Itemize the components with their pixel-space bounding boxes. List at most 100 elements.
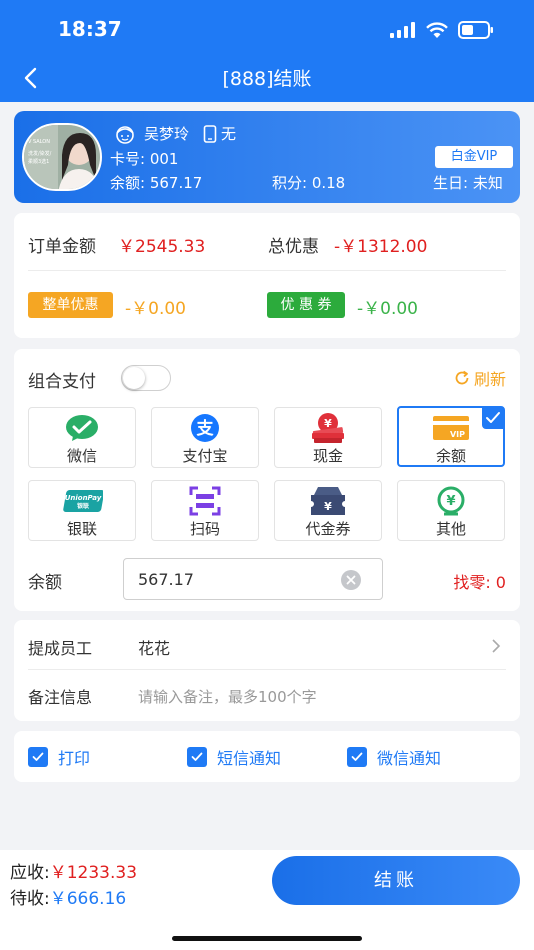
other-icon: ¥ <box>437 486 465 516</box>
user-face-icon <box>116 125 134 144</box>
avatar: V SALON 洗发/染发/ 柔顺3选1 乐发 <box>22 123 102 191</box>
avatar-text-4: 乐发 <box>28 182 38 189</box>
print-option[interactable]: 打印 <box>28 745 90 769</box>
checkbox-checked-icon[interactable] <box>187 747 207 767</box>
cash-icon: ¥ <box>312 413 344 443</box>
pay-method-label: 银联 <box>66 520 97 538</box>
notify-options-panel: 打印 短信通知 微信通知 <box>14 731 520 782</box>
member-name-row: 吴梦玲 无 <box>114 123 236 144</box>
chevron-right-icon[interactable] <box>490 637 502 655</box>
svg-text:¥: ¥ <box>446 494 455 509</box>
refresh-button[interactable]: 刷新 <box>453 366 506 390</box>
svg-text:VIP: VIP <box>450 430 465 439</box>
wechat-notify-option[interactable]: 微信通知 <box>347 745 441 769</box>
unionpay-icon: UnionPay 银联 <box>63 490 103 512</box>
page-title: [888]结账 <box>222 68 312 90</box>
bottom-bar: 应收:￥1233.33 待收:￥666.16 结账 <box>0 850 534 950</box>
order-summary-panel: 订单金额 ￥2545.33 总优惠 -￥1312.00 整单优惠 -￥0.00 … <box>14 213 520 338</box>
whole-discount-value: -￥0.00 <box>125 299 186 319</box>
pay-method-label: 现金 <box>312 447 343 465</box>
amount-pending-label: 待收: <box>10 889 50 909</box>
avatar-text-3: 柔顺3选1 <box>28 158 49 165</box>
sms-notify-label: 短信通知 <box>217 749 282 768</box>
header: 18:37 [888]结账 <box>0 0 534 102</box>
amount-due-value: ￥1233.33 <box>49 863 138 883</box>
print-label: 打印 <box>58 749 91 768</box>
home-indicator <box>172 936 362 941</box>
order-amount-value: ￥2545.33 <box>118 237 206 257</box>
combo-pay-toggle[interactable] <box>121 365 171 391</box>
pay-method-cash[interactable]: ¥ 现金 <box>274 407 382 468</box>
signal-icon <box>390 22 415 38</box>
member-points: 积分: 0.18 <box>272 174 346 192</box>
member-card[interactable]: V SALON 洗发/染发/ 柔顺3选1 乐发 吴梦玲 无 卡号: 001 白金… <box>14 111 520 203</box>
checkbox-checked-icon[interactable] <box>347 747 367 767</box>
payment-panel: 组合支付 刷新 微信 支 支付宝 ¥ 现金 VIP 余额 UnionPay 银联… <box>14 349 520 611</box>
wechat-icon <box>66 415 98 441</box>
pay-method-other[interactable]: ¥ 其他 <box>397 480 505 541</box>
pay-amount-value: 567.17 <box>138 570 194 589</box>
scan-icon <box>189 486 221 516</box>
pay-amount-label: 余额 <box>28 573 62 593</box>
wechat-notify-label: 微信通知 <box>377 749 442 768</box>
pay-method-balance[interactable]: VIP 余额 <box>397 406 505 467</box>
commission-staff-value[interactable]: 花花 <box>138 635 170 659</box>
svg-text:银联: 银联 <box>77 502 89 510</box>
pay-method-wechat[interactable]: 微信 <box>28 407 136 468</box>
alipay-icon: 支 <box>191 414 219 442</box>
total-discount-value: -￥1312.00 <box>334 237 428 257</box>
member-phone: 无 <box>221 125 237 143</box>
vip-level-badge: 白金VIP <box>435 146 513 168</box>
amount-pending: 待收:￥666.16 <box>10 884 126 909</box>
status-icons <box>390 21 494 39</box>
refresh-icon <box>455 370 469 385</box>
svg-text:¥: ¥ <box>324 417 332 430</box>
pay-method-label: 其他 <box>435 520 466 538</box>
avatar-text-2: 洗发/染发/ <box>28 150 52 157</box>
member-birthday: 生日: 未知 <box>433 174 503 192</box>
clear-icon[interactable] <box>340 569 362 591</box>
avatar-text-1: V SALON <box>28 139 50 145</box>
battery-icon <box>458 21 493 39</box>
pay-method-alipay[interactable]: 支 支付宝 <box>151 407 259 468</box>
svg-text:UnionPay: UnionPay <box>65 494 102 502</box>
amount-due: 应收:￥1233.33 <box>10 858 137 883</box>
pay-method-label: 代金券 <box>305 520 351 538</box>
coupon-value: -￥0.00 <box>357 299 418 319</box>
pay-method-label: 扫码 <box>189 520 220 538</box>
wifi-icon <box>426 22 448 38</box>
pay-amount-input[interactable]: 567.17 <box>123 558 383 600</box>
phone-icon <box>203 124 217 143</box>
pay-method-label: 微信 <box>66 447 97 465</box>
amount-due-label: 应收: <box>10 863 50 883</box>
pay-method-label: 余额 <box>435 447 466 465</box>
change-amount: 找零: 0 <box>453 573 506 592</box>
commission-staff-label: 提成员工 <box>28 639 93 658</box>
vip-card-icon: VIP <box>433 416 469 440</box>
combo-pay-label: 组合支付 <box>28 372 96 392</box>
remark-input[interactable]: 请输入备注，最多100个字 <box>138 686 317 707</box>
pay-method-label: 支付宝 <box>182 447 228 465</box>
refresh-label: 刷新 <box>473 370 506 389</box>
sms-notify-option[interactable]: 短信通知 <box>187 745 281 769</box>
pay-method-voucher[interactable]: ¥ 代金券 <box>274 480 382 541</box>
remark-label: 备注信息 <box>28 688 93 707</box>
staff-remark-panel: 提成员工 花花 备注信息 请输入备注，最多100个字 <box>14 620 520 721</box>
status-time: 18:37 <box>58 17 122 41</box>
svg-text:¥: ¥ <box>324 500 332 513</box>
order-amount-label: 订单金额 <box>28 237 96 257</box>
whole-discount-tag[interactable]: 整单优惠 <box>28 292 113 318</box>
checkout-button[interactable]: 结账 <box>272 856 520 905</box>
toggle-knob <box>123 367 145 389</box>
voucher-icon: ¥ <box>311 487 345 515</box>
coupon-tag[interactable]: 优 惠 券 <box>267 292 345 318</box>
amount-pending-value: ￥666.16 <box>49 889 127 909</box>
member-balance: 余额: 567.17 <box>110 174 203 192</box>
pay-method-unionpay[interactable]: UnionPay 银联 银联 <box>28 480 136 541</box>
total-discount-label: 总优惠 <box>268 237 319 257</box>
pay-method-scan[interactable]: 扫码 <box>151 480 259 541</box>
checkbox-checked-icon[interactable] <box>28 747 48 767</box>
member-card-no: 卡号: 001 <box>110 150 179 168</box>
svg-text:支: 支 <box>197 418 215 439</box>
divider <box>28 270 506 271</box>
